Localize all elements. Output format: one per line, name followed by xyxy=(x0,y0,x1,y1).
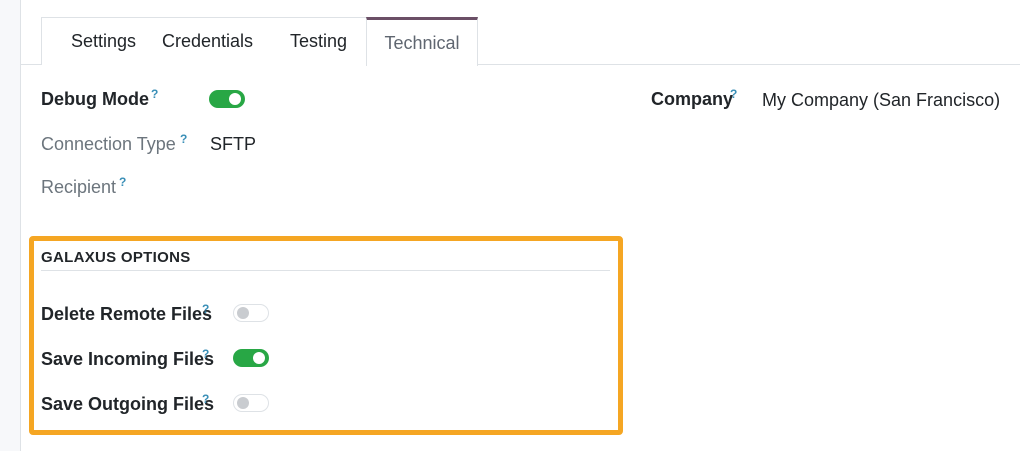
delete-remote-files-toggle[interactable] xyxy=(233,304,269,322)
company-help-icon[interactable]: ? xyxy=(730,87,737,101)
delete-remote-files-label: Delete Remote Files xyxy=(41,304,213,324)
toggle-knob xyxy=(229,93,241,105)
section-divider xyxy=(41,270,610,271)
sidebar-edge xyxy=(0,0,21,451)
toggle-knob xyxy=(237,397,249,409)
company-value[interactable]: My Company (San Francisco) xyxy=(762,90,1000,111)
tab-credentials[interactable]: Credentials xyxy=(144,17,272,65)
toggle-knob xyxy=(253,352,265,364)
debug-mode-label: Debug Mode xyxy=(41,89,149,109)
toggle-knob xyxy=(237,307,249,319)
save-incoming-files-toggle[interactable] xyxy=(233,349,269,367)
connection-type-help-icon[interactable]: ? xyxy=(180,132,187,146)
recipient-label: Recipient xyxy=(41,177,117,197)
save-outgoing-files-label: Save Outgoing Files xyxy=(41,394,215,414)
save-outgoing-files-help-icon[interactable]: ? xyxy=(202,392,209,406)
tab-bar: Settings Credentials Testing Technical xyxy=(21,17,1020,66)
debug-mode-help-icon[interactable]: ? xyxy=(151,87,158,101)
delete-remote-files-help-icon[interactable]: ? xyxy=(202,302,209,316)
galaxus-options-title: GALAXUS OPTIONS xyxy=(41,249,191,266)
connection-type-value[interactable]: SFTP xyxy=(210,134,256,155)
save-incoming-files-help-icon[interactable]: ? xyxy=(202,347,209,361)
company-label: Company xyxy=(651,89,734,109)
recipient-help-icon[interactable]: ? xyxy=(119,175,126,189)
tab-technical[interactable]: Technical xyxy=(366,17,478,66)
debug-mode-toggle[interactable] xyxy=(209,90,245,108)
save-incoming-files-label: Save Incoming Files xyxy=(41,349,215,369)
connection-type-label: Connection Type xyxy=(41,134,176,154)
tab-testing[interactable]: Testing xyxy=(271,17,367,65)
save-outgoing-files-toggle[interactable] xyxy=(233,394,269,412)
